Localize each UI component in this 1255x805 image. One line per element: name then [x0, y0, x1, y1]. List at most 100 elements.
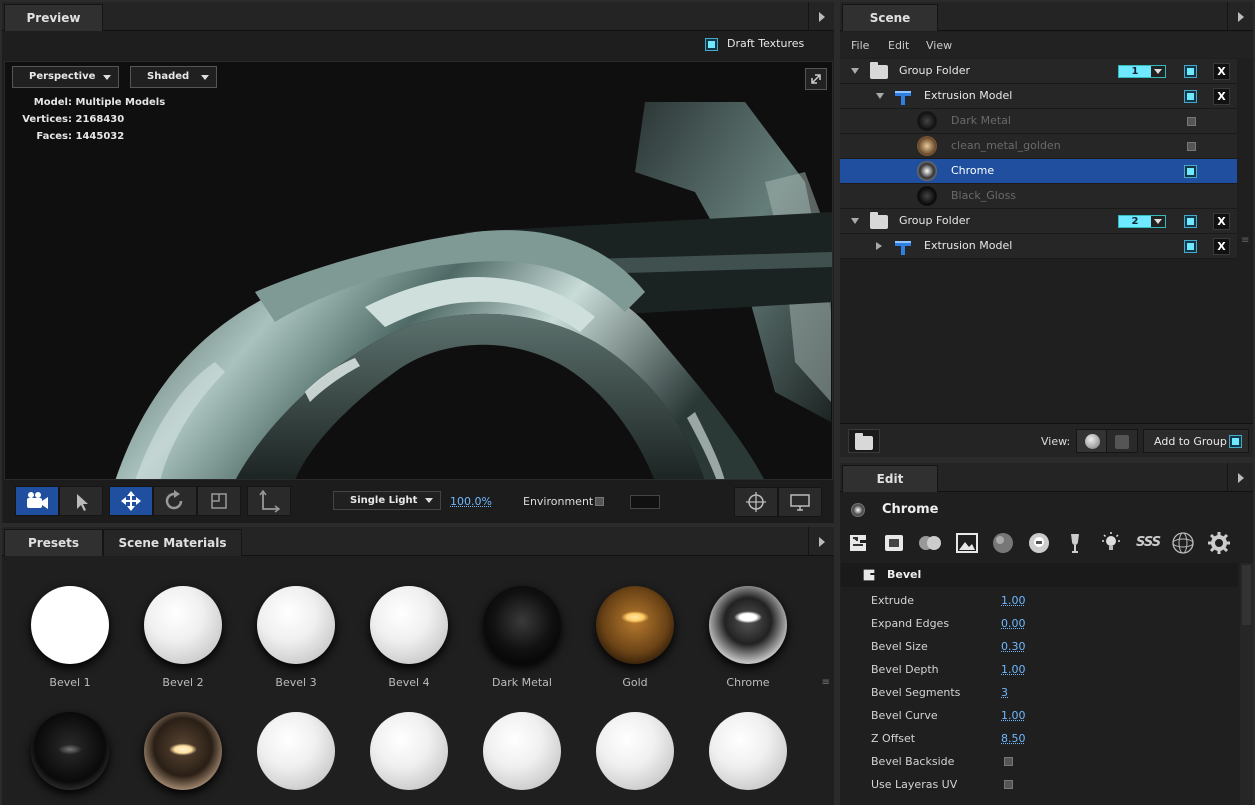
material-sphere-bevel-3[interactable] — [257, 586, 335, 664]
visibility-checkbox[interactable] — [1185, 66, 1196, 77]
tree-row-extrusion-model-2[interactable]: Extrusion Model X — [840, 234, 1237, 259]
tree-row-chrome[interactable]: Chrome — [840, 159, 1237, 184]
edit-panel-menu-arrow[interactable] — [1227, 463, 1253, 492]
maximize-viewport-icon[interactable] — [805, 68, 827, 90]
prop-extrude-value[interactable]: 1.00 — [1001, 594, 1026, 607]
prop-bevel-segments-value[interactable]: 3 — [1001, 686, 1008, 699]
bevel-backside-checkbox[interactable] — [1004, 757, 1013, 766]
select-tool-button[interactable] — [59, 486, 103, 516]
material-sphere-chrome[interactable] — [709, 586, 787, 664]
visibility-checkbox[interactable] — [1187, 117, 1196, 126]
delete-button[interactable]: X — [1213, 213, 1230, 230]
new-folder-button[interactable] — [848, 429, 880, 453]
axis-tool-button[interactable] — [247, 486, 291, 516]
bevel-section-header[interactable]: Bevel — [841, 563, 1238, 587]
material-sphere-white-3[interactable] — [483, 712, 561, 790]
tab-edit[interactable]: Edit — [842, 465, 938, 492]
tree-row-dark-metal[interactable]: Dark Metal — [840, 109, 1237, 134]
render-preview-button[interactable] — [778, 487, 822, 517]
camera-mode-dropdown[interactable]: Perspective — [12, 66, 119, 88]
delete-button[interactable]: X — [1213, 88, 1230, 105]
menu-file[interactable]: File — [851, 39, 869, 52]
tree-row-group-folder-1[interactable]: Group Folder 1 X — [840, 59, 1237, 84]
move-tool-button[interactable] — [109, 486, 153, 516]
view-texture-button[interactable] — [1106, 429, 1138, 453]
rotate-tool-button[interactable] — [153, 486, 197, 516]
light-mode-dropdown[interactable]: Single Light — [333, 491, 441, 510]
material-sphere-bevel-1[interactable] — [31, 586, 109, 664]
visibility-checkbox[interactable] — [1185, 166, 1196, 177]
scene-scroll-handle[interactable]: ≡ — [1241, 235, 1249, 246]
prop-bevel-curve-value[interactable]: 1.00 — [1001, 709, 1026, 722]
image-icon[interactable] — [955, 531, 979, 555]
tree-row-black-gloss[interactable]: Black_Gloss — [840, 184, 1237, 209]
bevel-icon[interactable] — [846, 531, 870, 555]
material-sphere-black-gloss[interactable] — [31, 712, 109, 790]
menu-edit[interactable]: Edit — [888, 39, 909, 52]
material-thumbnail — [917, 161, 937, 181]
edit-scrollbar-thumb[interactable] — [1242, 565, 1251, 625]
edit-scrollbar[interactable] — [1240, 563, 1253, 805]
tree-row-extrusion-model-1[interactable]: Extrusion Model X — [840, 84, 1237, 109]
info-key: Vertices: — [22, 114, 72, 125]
wine-glass-icon[interactable] — [1063, 531, 1087, 555]
menu-view[interactable]: View — [926, 39, 952, 52]
tree-row-clean-metal-golden[interactable]: clean_metal_golden — [840, 134, 1237, 159]
material-label: Bevel 3 — [275, 676, 317, 689]
visibility-checkbox[interactable] — [1185, 91, 1196, 102]
material-sphere-white-2[interactable] — [370, 712, 448, 790]
toggle-icon[interactable] — [918, 531, 942, 555]
delete-button[interactable]: X — [1213, 63, 1230, 80]
visibility-checkbox[interactable] — [1185, 241, 1196, 252]
prop-expand-edges-value[interactable]: 0.00 — [1001, 617, 1026, 630]
expand-arrow-icon[interactable] — [851, 68, 859, 74]
scale-tool-button[interactable] — [197, 486, 241, 516]
wireframe-sphere-icon[interactable] — [1171, 531, 1195, 555]
gear-icon[interactable] — [1207, 531, 1231, 555]
use-layer-uv-checkbox[interactable] — [1004, 780, 1013, 789]
tab-scene-materials[interactable]: Scene Materials — [103, 529, 242, 556]
view-shaded-button[interactable] — [1076, 429, 1108, 453]
group-number-dropdown[interactable]: 2 — [1118, 215, 1166, 228]
group-number-dropdown[interactable]: 1 — [1118, 65, 1166, 78]
sss-icon[interactable]: SSS — [1136, 535, 1161, 550]
material-sphere-bevel-2[interactable] — [144, 586, 222, 664]
draft-textures-checkbox[interactable] — [706, 39, 717, 50]
inflate-icon[interactable] — [882, 531, 906, 555]
light-bulb-icon[interactable] — [1099, 531, 1123, 555]
tab-presets[interactable]: Presets — [4, 529, 103, 556]
expand-arrow-icon[interactable] — [851, 218, 859, 224]
expand-arrow-icon[interactable] — [876, 93, 884, 99]
material-sphere-white-5[interactable] — [709, 712, 787, 790]
add-to-group-button[interactable]: Add to Group — [1143, 429, 1249, 453]
tab-preview[interactable]: Preview — [4, 4, 103, 31]
material-sphere-dark-metal[interactable] — [483, 586, 561, 664]
camera-tool-button[interactable] — [15, 486, 59, 516]
scene-panel-menu-arrow[interactable] — [1227, 2, 1253, 31]
material-sphere-bevel-4[interactable] — [370, 586, 448, 664]
material-sphere-white-4[interactable] — [596, 712, 674, 790]
material-sphere-white-1[interactable] — [257, 712, 335, 790]
environment-checkbox[interactable] — [595, 497, 604, 506]
zoom-value[interactable]: 100.0% — [450, 495, 492, 508]
presets-panel-menu-arrow[interactable] — [808, 527, 834, 556]
preview-panel-menu-arrow[interactable] — [808, 2, 834, 31]
visibility-checkbox[interactable] — [1187, 142, 1196, 151]
render-mode-dropdown[interactable]: Shaded — [130, 66, 217, 88]
visibility-checkbox[interactable] — [1185, 216, 1196, 227]
delete-button[interactable]: X — [1213, 238, 1230, 255]
material-sphere-clean-metal-golden[interactable] — [144, 712, 222, 790]
tab-scene[interactable]: Scene — [842, 4, 938, 31]
prop-bevel-size-value[interactable]: 0.30 — [1001, 640, 1026, 653]
reflection-icon[interactable] — [1027, 531, 1051, 555]
bevel-properties: Extrude 1.00 Expand Edges 0.00 Bevel Siz… — [840, 590, 1237, 800]
prop-z-offset-value[interactable]: 8.50 — [1001, 732, 1026, 745]
prop-bevel-depth-value[interactable]: 1.00 — [1001, 663, 1026, 676]
target-button[interactable] — [734, 487, 778, 517]
tree-row-group-folder-2[interactable]: Group Folder 2 X — [840, 209, 1237, 234]
presets-scroll-handle[interactable]: ≡ — [822, 677, 830, 688]
material-sphere-gold[interactable] — [596, 586, 674, 664]
sphere-icon[interactable] — [991, 531, 1015, 555]
environment-color-swatch[interactable] — [630, 495, 660, 509]
collapse-arrow-icon[interactable] — [876, 242, 882, 250]
